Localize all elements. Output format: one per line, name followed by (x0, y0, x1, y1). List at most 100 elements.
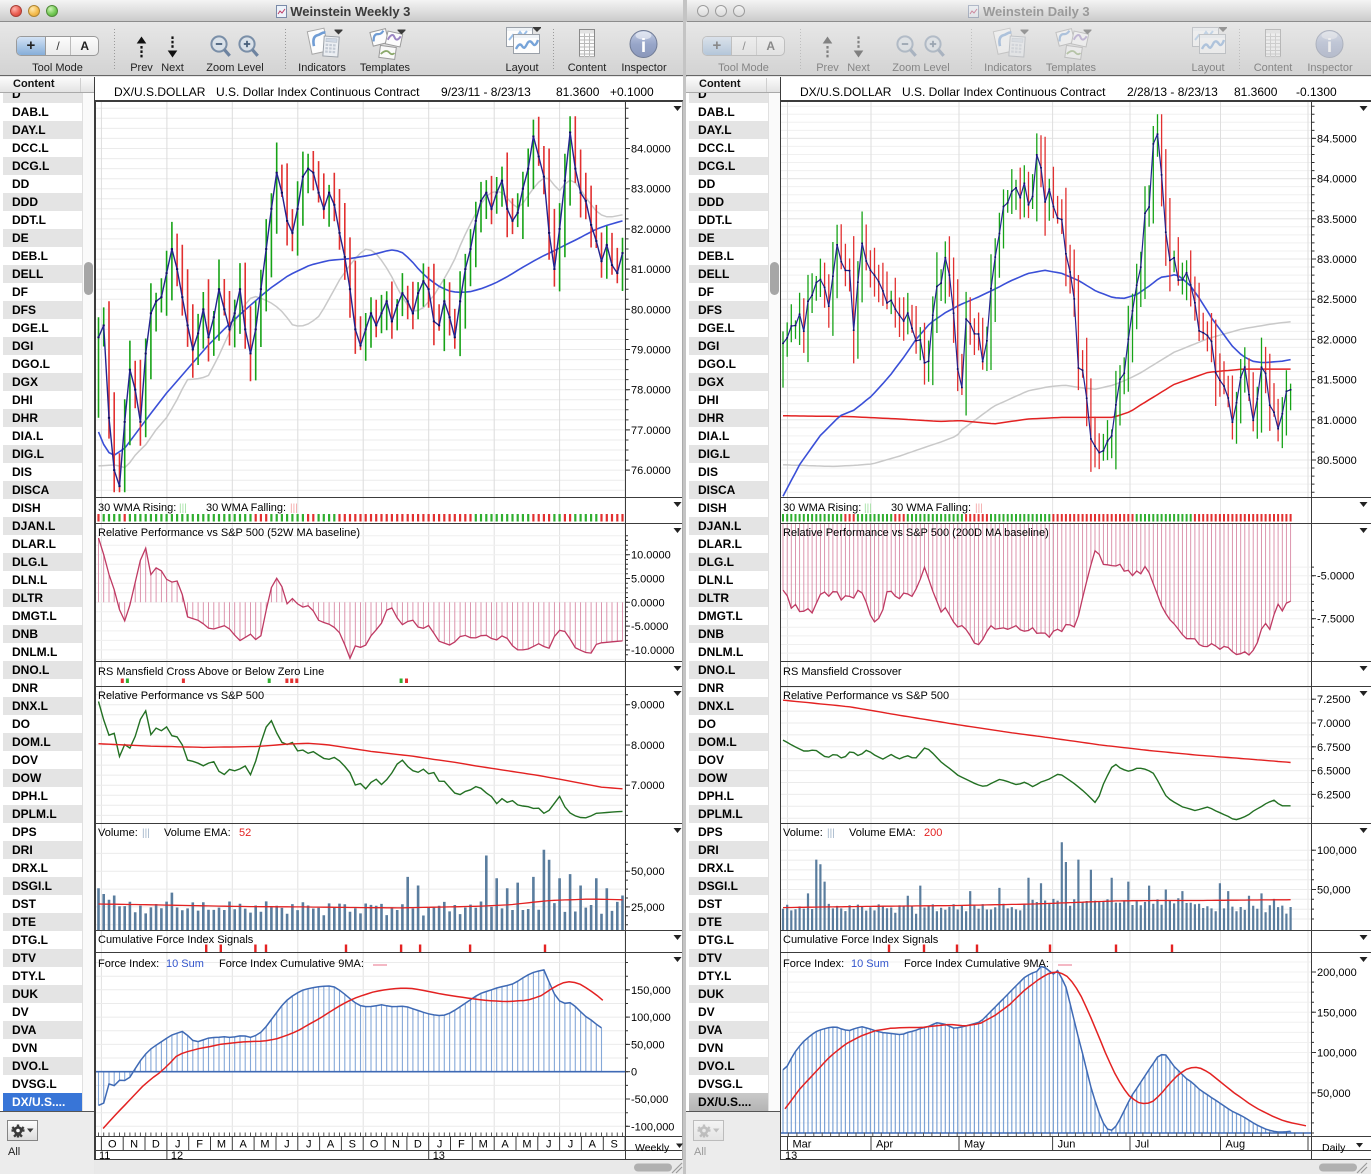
svg-text:M: M (522, 1139, 531, 1151)
svg-text:6.7500: 6.7500 (1317, 742, 1351, 754)
svg-text:Relative Performance vs S&P 50: Relative Performance vs S&P 500 (200D MA… (783, 527, 1049, 539)
svg-text:-100,000: -100,000 (631, 1121, 674, 1133)
svg-text:|||: ||| (864, 503, 872, 514)
svg-text:30 WMA Rising:: 30 WMA Rising: (783, 502, 861, 514)
svg-text:150,000: 150,000 (1317, 1007, 1357, 1019)
svg-text:|||: ||| (975, 503, 983, 514)
svg-text:J: J (175, 1139, 181, 1151)
svg-text:50,000: 50,000 (1317, 885, 1351, 897)
svg-text:83.0000: 83.0000 (1317, 254, 1357, 266)
svg-text:12: 12 (171, 1150, 183, 1162)
svg-text:J: J (437, 1139, 443, 1151)
svg-text:Aug: Aug (1226, 1139, 1246, 1151)
svg-text:84.0000: 84.0000 (631, 144, 671, 156)
svg-text:84.0000: 84.0000 (1317, 174, 1357, 186)
svg-text:7.0000: 7.0000 (631, 780, 665, 792)
svg-text:D: D (414, 1139, 422, 1151)
svg-text:i: i (641, 36, 646, 57)
svg-text:83.5000: 83.5000 (1317, 214, 1357, 226)
svg-text:Relative Performance vs S&P 50: Relative Performance vs S&P 500 (52W MA … (98, 527, 360, 539)
svg-text:Force Index Cumulative 9MA:: Force Index Cumulative 9MA: (904, 958, 1049, 970)
svg-text:50,000: 50,000 (1317, 1088, 1351, 1100)
svg-text:M: M (260, 1139, 269, 1151)
svg-text:Jul: Jul (1135, 1139, 1149, 1151)
svg-text:-5.0000: -5.0000 (1317, 571, 1354, 583)
svg-text:i: i (1327, 36, 1332, 57)
svg-text:O: O (370, 1139, 379, 1151)
svg-text:D: D (152, 1139, 160, 1151)
svg-text:M: M (479, 1139, 488, 1151)
svg-text:|||: ||| (290, 503, 298, 514)
svg-text:5.0000: 5.0000 (631, 574, 665, 586)
svg-text:A: A (501, 1139, 509, 1151)
svg-text:J: J (284, 1139, 290, 1151)
svg-text:6.2500: 6.2500 (1317, 789, 1351, 801)
svg-text:79.0000: 79.0000 (631, 345, 671, 357)
svg-text:-5.0000: -5.0000 (631, 621, 668, 633)
svg-text:Daily: Daily (1322, 1142, 1346, 1154)
svg-text:76.0000: 76.0000 (631, 465, 671, 477)
svg-text:A: A (327, 1139, 335, 1151)
svg-text:Cumulative Force Index Signals: Cumulative Force Index Signals (98, 934, 254, 946)
svg-text:O: O (108, 1139, 117, 1151)
svg-text:Mar: Mar (793, 1139, 812, 1151)
svg-text:52: 52 (239, 827, 251, 839)
svg-text:Weekly: Weekly (635, 1142, 670, 1154)
svg-text:0: 0 (631, 1067, 637, 1079)
svg-text:30 WMA Falling:: 30 WMA Falling: (891, 502, 971, 514)
svg-text:10.0000: 10.0000 (631, 550, 671, 562)
svg-text:81.5000: 81.5000 (1317, 375, 1357, 387)
svg-text:100,000: 100,000 (1317, 845, 1357, 857)
svg-text:13: 13 (785, 1150, 797, 1162)
svg-text:S: S (349, 1139, 356, 1151)
svg-text:50,000: 50,000 (631, 866, 665, 878)
svg-text:Force Index Cumulative 9MA:: Force Index Cumulative 9MA: (219, 958, 364, 970)
svg-text:Volume:: Volume: (783, 827, 823, 839)
svg-text:100,000: 100,000 (1317, 1048, 1357, 1060)
svg-text:|||: ||| (179, 503, 187, 514)
svg-text:9.0000: 9.0000 (631, 700, 665, 712)
svg-text:A: A (589, 1139, 597, 1151)
svg-text:150,000: 150,000 (631, 985, 671, 997)
svg-text:200,000: 200,000 (1317, 967, 1357, 979)
svg-text:13: 13 (433, 1150, 445, 1162)
svg-text:Force Index:: Force Index: (783, 958, 844, 970)
svg-text:78.0000: 78.0000 (631, 385, 671, 397)
svg-text:J: J (546, 1139, 552, 1151)
svg-text:M: M (217, 1139, 226, 1151)
svg-text:May: May (964, 1139, 985, 1151)
svg-text:F: F (196, 1139, 203, 1151)
svg-text:|||: ||| (142, 828, 150, 839)
svg-text:-7.5000: -7.5000 (1317, 614, 1354, 626)
svg-text:80.5000: 80.5000 (1317, 455, 1357, 467)
svg-text:30 WMA Rising:: 30 WMA Rising: (98, 502, 176, 514)
svg-text:Volume EMA:: Volume EMA: (849, 827, 916, 839)
svg-text:Jun: Jun (1058, 1139, 1076, 1151)
svg-text:Force Index:: Force Index: (98, 958, 159, 970)
svg-text:J: J (306, 1139, 312, 1151)
svg-text:25,000: 25,000 (631, 902, 665, 914)
svg-text:J: J (568, 1139, 574, 1151)
svg-text:83.0000: 83.0000 (631, 184, 671, 196)
svg-text:N: N (392, 1139, 400, 1151)
svg-text:-10.0000: -10.0000 (631, 645, 674, 657)
svg-text:81.0000: 81.0000 (1317, 415, 1357, 427)
svg-text:Volume:: Volume: (98, 827, 138, 839)
svg-text:80.0000: 80.0000 (631, 304, 671, 316)
svg-text:|||: ||| (827, 828, 835, 839)
svg-text:77.0000: 77.0000 (631, 425, 671, 437)
svg-text:7.2500: 7.2500 (1317, 694, 1351, 706)
svg-text:6.5000: 6.5000 (1317, 766, 1351, 778)
svg-text:11: 11 (99, 1150, 110, 1162)
svg-text:50,000: 50,000 (631, 1039, 665, 1051)
svg-text:82.0000: 82.0000 (631, 224, 671, 236)
svg-text:RS Mansfield Crossover: RS Mansfield Crossover (783, 666, 902, 678)
svg-text:81.0000: 81.0000 (631, 264, 671, 276)
svg-text:0.0000: 0.0000 (631, 597, 665, 609)
svg-text:7.0000: 7.0000 (1317, 718, 1351, 730)
svg-text:10 Sum: 10 Sum (166, 958, 204, 970)
svg-text:200: 200 (924, 827, 942, 839)
svg-text:S: S (611, 1139, 618, 1151)
svg-text:10 Sum: 10 Sum (851, 958, 889, 970)
svg-text:F: F (458, 1139, 465, 1151)
